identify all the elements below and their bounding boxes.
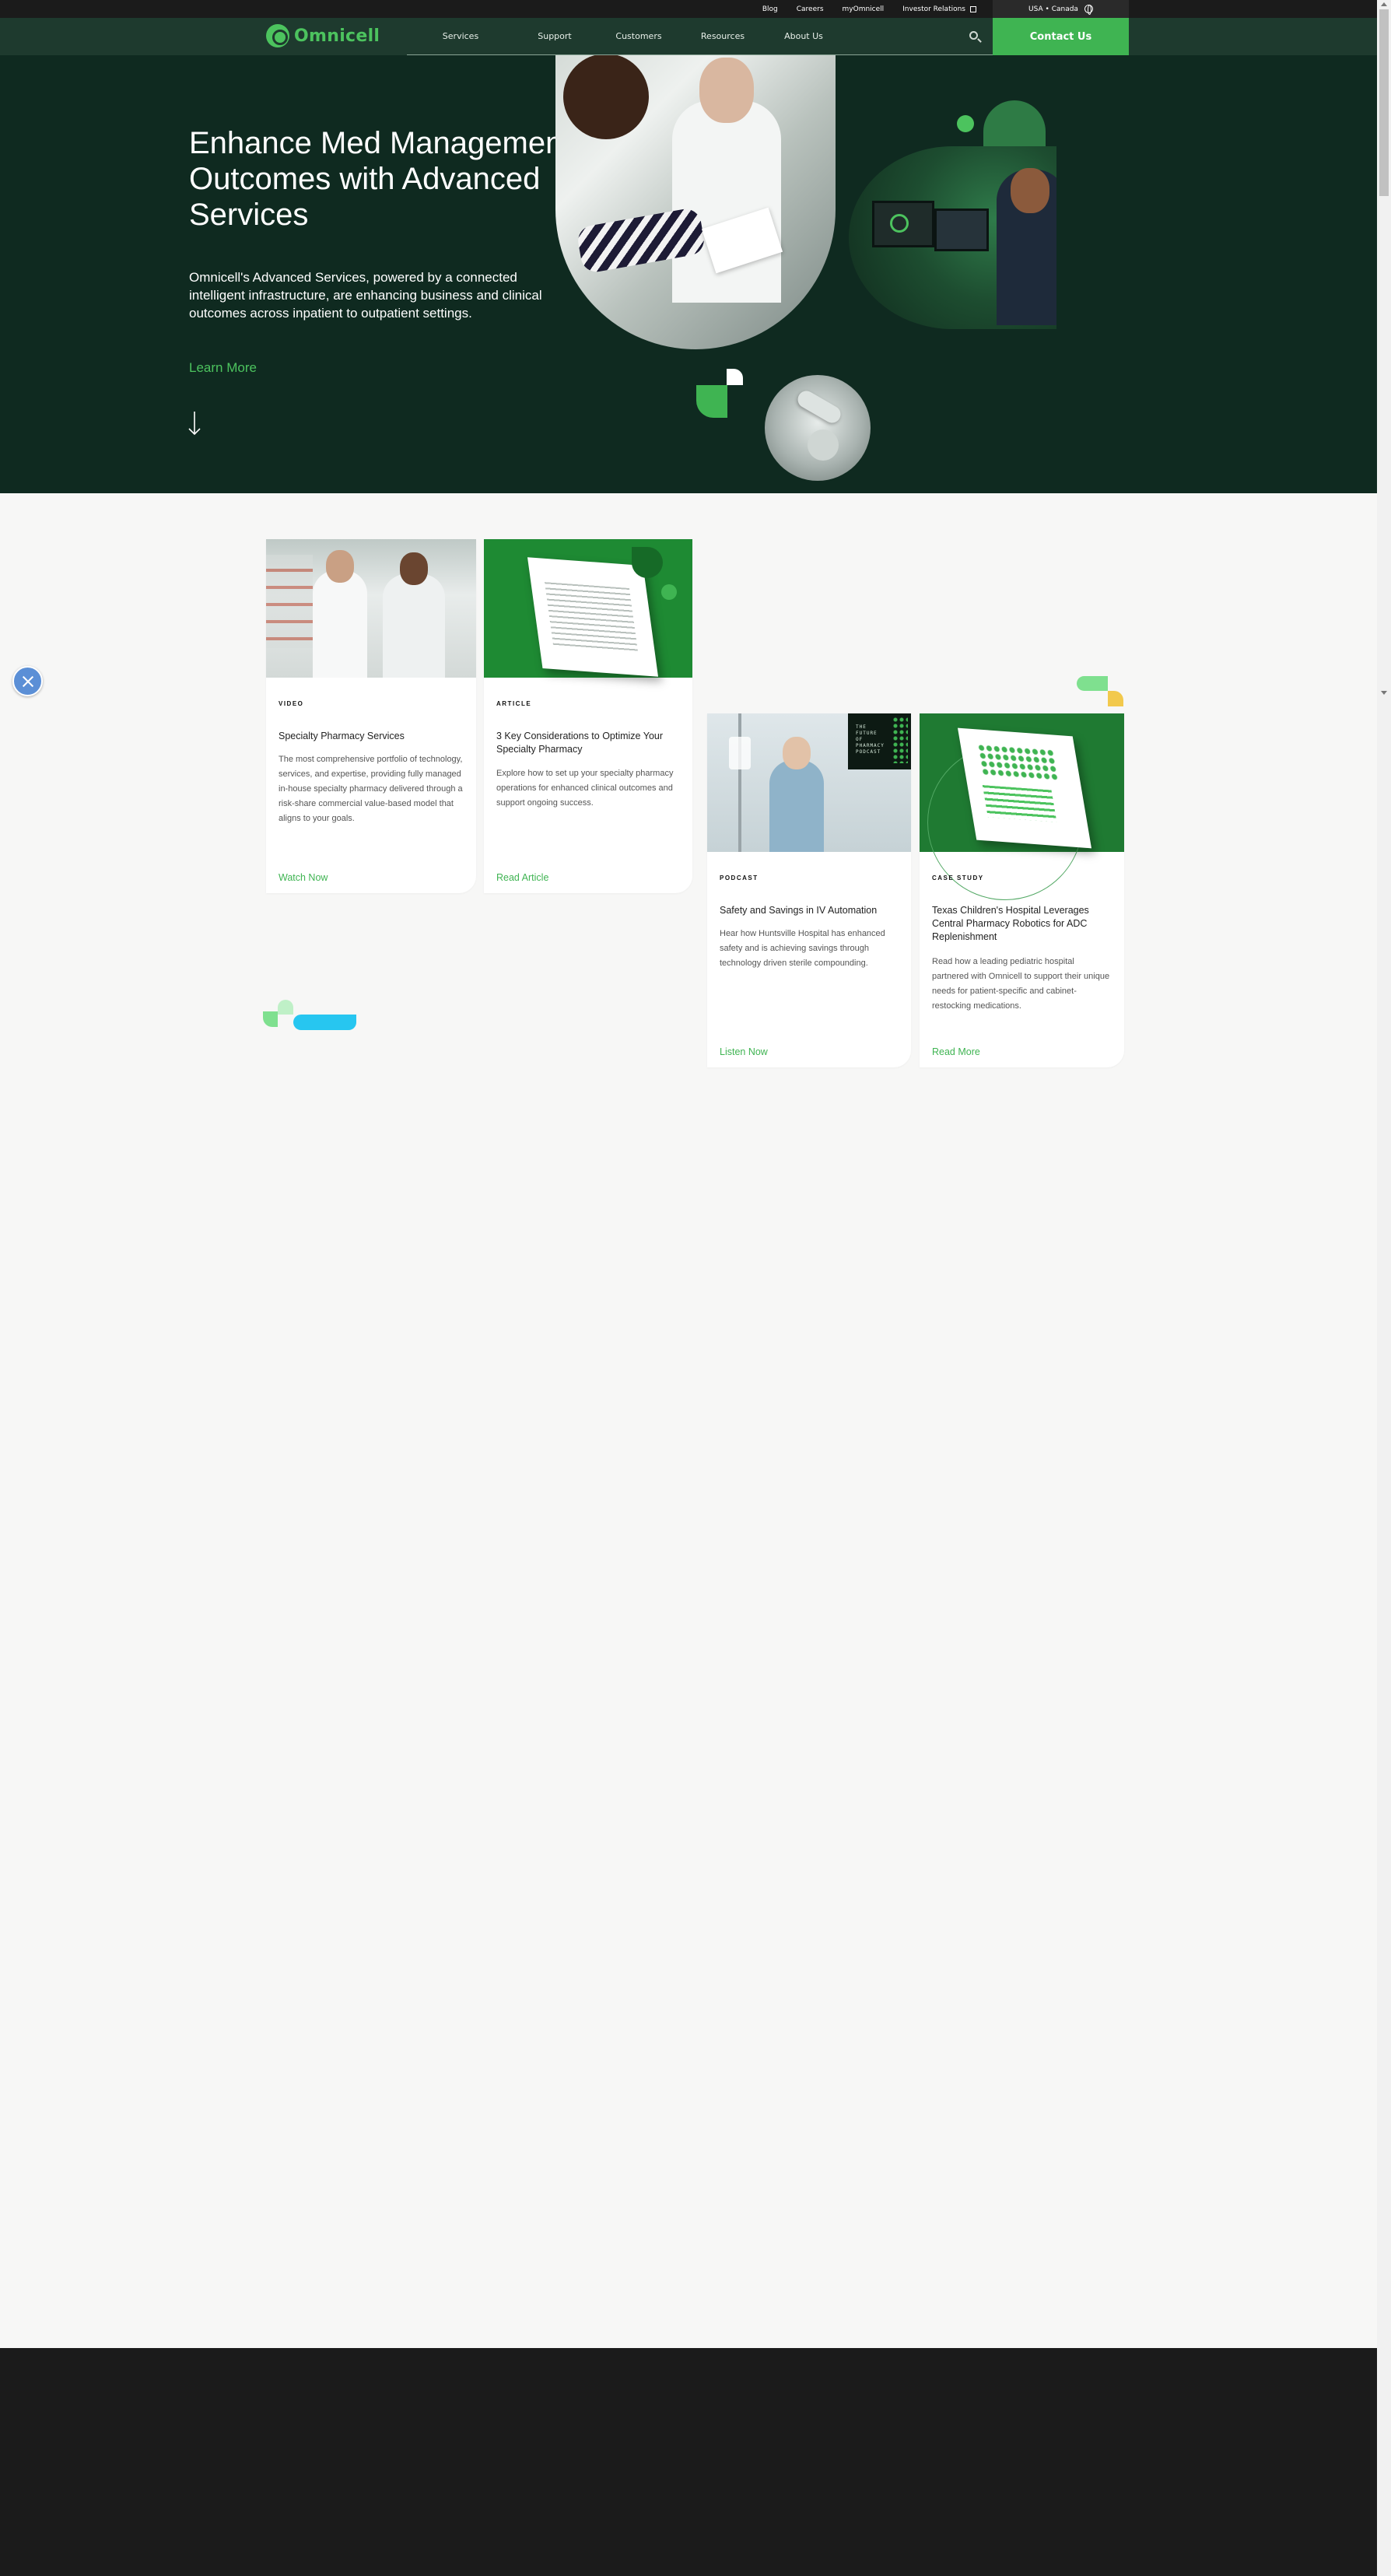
nav-item-resources[interactable]: Resources xyxy=(682,31,763,41)
globe-icon xyxy=(1084,5,1093,15)
nav-menu: Services Support Customers Resources Abo… xyxy=(407,18,993,55)
card-type: PODCAST xyxy=(720,874,759,881)
card-type: VIDEO xyxy=(279,700,304,707)
card-title: 3 Key Considerations to Optimize Your Sp… xyxy=(496,731,664,755)
nav-item-support[interactable]: Support xyxy=(514,31,595,41)
close-icon[interactable] xyxy=(12,666,43,696)
card-title: Specialty Pharmacy Services xyxy=(279,731,405,741)
decorative-shape xyxy=(1077,676,1108,691)
utility-link-investor-relations[interactable]: Investor Relations xyxy=(902,5,976,13)
card-description: The most comprehensive portfolio of tech… xyxy=(279,755,463,823)
card-link[interactable]: Read More xyxy=(932,1046,980,1057)
support-agent-photo xyxy=(849,146,1056,329)
footer xyxy=(0,2348,1377,2576)
page-scrollbar[interactable] xyxy=(1377,0,1391,2576)
decorative-shape xyxy=(1108,691,1123,706)
resource-card-case-study[interactable]: CASE STUDY Texas Children's Hospital Lev… xyxy=(920,713,1124,1067)
decorative-dome-shape xyxy=(983,100,1046,147)
utility-link-blog[interactable]: Blog xyxy=(762,5,778,13)
utility-bar: Blog Careers myOmnicell Investor Relatio… xyxy=(0,0,1377,18)
card-title: Safety and Savings in IV Automation xyxy=(720,905,878,916)
decorative-dot-shape xyxy=(957,115,974,132)
card-title: Texas Children's Hospital Leverages Cent… xyxy=(932,905,1089,942)
external-link-icon xyxy=(970,5,976,12)
nav-item-services[interactable]: Services xyxy=(407,31,514,41)
nav-item-about-us[interactable]: About Us xyxy=(763,31,844,41)
region-selector[interactable]: USA • Canada xyxy=(993,0,1129,18)
logo[interactable]: Omnicell xyxy=(266,24,380,47)
card-link[interactable]: Watch Now xyxy=(279,872,328,883)
decorative-shape xyxy=(263,1011,278,1027)
hero-description: Omnicell's Advanced Services, powered by… xyxy=(189,270,542,321)
hero: Enhance Med Management Outcomes with Adv… xyxy=(0,55,1377,493)
utility-links: Blog Careers myOmnicell Investor Relatio… xyxy=(762,0,976,18)
nav-item-customers[interactable]: Customers xyxy=(595,31,682,41)
down-arrow-icon[interactable] xyxy=(185,410,204,436)
resources-section: VIDEO Specialty Pharmacy Services The mo… xyxy=(0,493,1377,1113)
resource-card-video[interactable]: VIDEO Specialty Pharmacy Services The mo… xyxy=(266,539,476,893)
utility-link-myomnicell[interactable]: myOmnicell xyxy=(843,5,885,13)
card-image-iv-automation: THE FUTURE OF PHARMACY PODCAST xyxy=(707,713,911,852)
region-label: USA • Canada xyxy=(1028,5,1078,13)
decorative-green-shape xyxy=(696,385,727,418)
resource-card-article[interactable]: ARTICLE 3 Key Considerations to Optimize… xyxy=(484,539,692,893)
podcast-cover: THE FUTURE OF PHARMACY PODCAST xyxy=(848,713,911,769)
card-link[interactable]: Read Article xyxy=(496,872,548,883)
search-icon[interactable] xyxy=(969,31,978,40)
logo-text: Omnicell xyxy=(294,26,380,46)
card-link[interactable]: Listen Now xyxy=(720,1046,768,1057)
investor-relations-label: Investor Relations xyxy=(902,5,965,13)
card-type: CASE STUDY xyxy=(932,874,984,881)
utility-link-careers[interactable]: Careers xyxy=(797,5,824,13)
card-type: ARTICLE xyxy=(496,700,532,707)
pharmacist-photo xyxy=(555,55,836,349)
contact-us-button[interactable]: Contact Us xyxy=(993,18,1129,55)
scrollbar-thumb[interactable] xyxy=(1379,9,1389,196)
logo-mark-icon xyxy=(266,24,289,47)
card-description: Read how a leading pediatric hospital pa… xyxy=(932,957,1110,1011)
learn-more-link[interactable]: Learn More xyxy=(189,360,257,376)
scroll-up-arrow-icon[interactable] xyxy=(1381,2,1387,6)
decorative-shape xyxy=(293,1015,356,1030)
decorative-shape xyxy=(278,1000,293,1015)
card-description: Explore how to set up your specialty pha… xyxy=(496,769,674,808)
decorative-white-shape xyxy=(727,369,743,385)
podcast-cover-text: THE FUTURE OF PHARMACY PODCAST xyxy=(856,724,885,755)
card-image-case-study xyxy=(920,713,1124,900)
card-description: Hear how Huntsville Hospital has enhance… xyxy=(720,929,885,968)
scroll-down-arrow-icon[interactable] xyxy=(1381,691,1387,695)
card-image-document xyxy=(484,539,692,678)
robotics-photo xyxy=(765,375,871,481)
resource-card-podcast[interactable]: THE FUTURE OF PHARMACY PODCAST PODCAST S… xyxy=(707,713,911,1067)
hero-title: Enhance Med Management Outcomes with Adv… xyxy=(189,126,572,232)
main-nav: Omnicell Services Support Customers Reso… xyxy=(0,18,1377,55)
card-image-pharmacists xyxy=(266,539,476,678)
